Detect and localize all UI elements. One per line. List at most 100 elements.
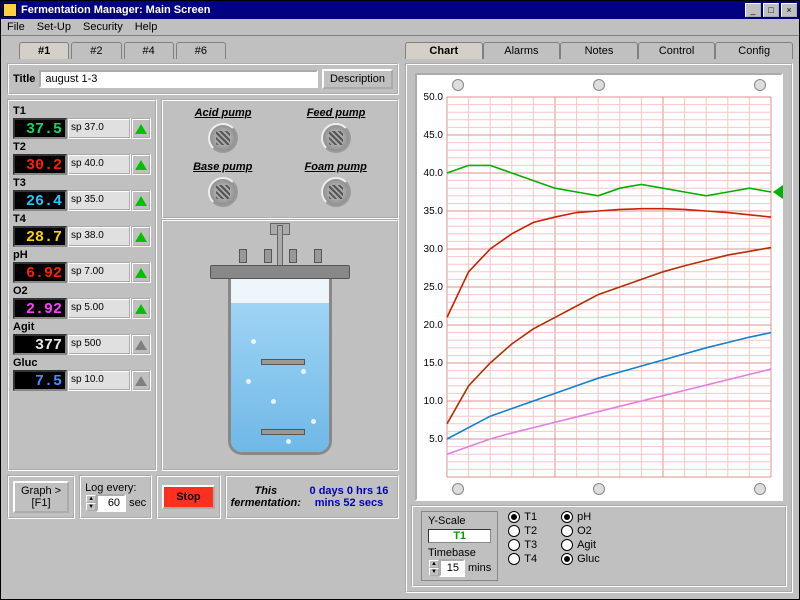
reading-setpoint[interactable]: sp 500 <box>67 334 131 355</box>
pump-knob-icon <box>208 123 238 153</box>
stop-button[interactable]: Stop <box>162 485 214 509</box>
reading-setpoint[interactable]: sp 40.0 <box>67 154 131 175</box>
tab-alarms[interactable]: Alarms <box>483 42 561 59</box>
chart-plot[interactable]: 5.010.015.020.025.030.035.040.045.050.0 <box>415 73 783 501</box>
reactor-tab-2[interactable]: #2 <box>71 42 121 59</box>
tab-chart[interactable]: Chart <box>405 42 483 59</box>
log-interval-input[interactable] <box>96 494 126 512</box>
series-radio-t3[interactable]: T3 <box>508 539 537 551</box>
app-icon <box>3 3 17 17</box>
reading-setpoint[interactable]: sp 5.00 <box>67 298 131 319</box>
title-input[interactable] <box>39 70 318 88</box>
series-radio-t4[interactable]: T4 <box>508 553 537 565</box>
chart-handle-icon[interactable] <box>452 483 464 495</box>
reading-setpoint[interactable]: sp 10.0 <box>67 370 131 391</box>
log-panel: Log every: ▲▼ sec <box>79 475 152 519</box>
pump-knob-icon <box>321 177 351 207</box>
log-label: Log every: <box>85 482 146 494</box>
reading-indicator[interactable] <box>131 298 151 319</box>
radio-label: T4 <box>524 553 537 565</box>
graph-button[interactable]: Graph > [F1] <box>13 481 69 513</box>
pumps-panel: Acid pump Feed pump Base pump Foam pump <box>161 99 399 219</box>
reading-indicator[interactable] <box>131 262 151 283</box>
chart-cursor-icon[interactable] <box>773 185 783 199</box>
reactor-tab-6[interactable]: #6 <box>176 42 226 59</box>
reading-setpoint[interactable]: sp 38.0 <box>67 226 131 247</box>
reactor-tab-4[interactable]: #4 <box>124 42 174 59</box>
minimize-button[interactable]: _ <box>745 3 761 17</box>
reading-label: T4 <box>13 213 151 225</box>
yscale-box: Y-Scale T1 Timebase ▲▼ mins <box>421 511 498 581</box>
tab-notes[interactable]: Notes <box>560 42 638 59</box>
reading-indicator[interactable] <box>131 154 151 175</box>
timebase-spinner-arrows[interactable]: ▲▼ <box>429 560 439 576</box>
tab-config[interactable]: Config <box>715 42 793 59</box>
series-radio-t1[interactable]: T1 <box>508 511 537 523</box>
triangle-up-icon <box>135 232 147 242</box>
series-radio-agit[interactable]: Agit <box>561 539 600 551</box>
reading-indicator[interactable] <box>131 334 151 355</box>
svg-text:5.0: 5.0 <box>429 434 443 445</box>
base-pump[interactable]: Base pump <box>189 159 256 213</box>
reading-value: 30.2 <box>13 154 67 175</box>
log-spinner-arrows[interactable]: ▲▼ <box>86 495 96 511</box>
reading-t2: T230.2sp 40.0 <box>13 141 151 175</box>
reading-t4: T428.7sp 38.0 <box>13 213 151 247</box>
series-radios: T1 pH T2 O2 T3 Agit T4 Gluc <box>508 511 599 565</box>
svg-text:35.0: 35.0 <box>424 206 444 217</box>
timebase-input[interactable] <box>439 559 465 577</box>
right-tabrow: Chart Alarms Notes Control Config <box>405 42 793 59</box>
menu-security[interactable]: Security <box>83 21 123 33</box>
acid-pump[interactable]: Acid pump <box>191 105 256 159</box>
reading-indicator[interactable] <box>131 226 151 247</box>
chart-handle-icon[interactable] <box>593 79 605 91</box>
graph-button-panel: Graph > [F1] <box>7 475 75 519</box>
title-panel: Title Description <box>7 63 399 95</box>
series-radio-gluc[interactable]: Gluc <box>561 553 600 565</box>
svg-text:30.0: 30.0 <box>424 244 444 255</box>
series-radio-t2[interactable]: T2 <box>508 525 537 537</box>
menubar: File Set-Up Security Help <box>1 19 799 36</box>
chart-handle-icon[interactable] <box>754 79 766 91</box>
description-button[interactable]: Description <box>322 69 393 89</box>
readings-panel: T137.5sp 37.0T230.2sp 40.0T326.4sp 35.0T… <box>7 99 157 471</box>
foam-pump[interactable]: Foam pump <box>301 159 371 213</box>
tab-control[interactable]: Control <box>638 42 716 59</box>
reading-indicator[interactable] <box>131 190 151 211</box>
menu-file[interactable]: File <box>7 21 25 33</box>
radio-label: O2 <box>577 525 592 537</box>
radio-icon <box>561 525 573 537</box>
svg-text:40.0: 40.0 <box>424 168 444 179</box>
reading-agit: Agit377sp 500 <box>13 321 151 355</box>
svg-text:25.0: 25.0 <box>424 282 444 293</box>
close-button[interactable]: × <box>781 3 797 17</box>
reading-gluc: Gluc7.5sp 10.0 <box>13 357 151 391</box>
chart-handle-icon[interactable] <box>593 483 605 495</box>
timebase-label: Timebase <box>428 547 491 559</box>
reading-value: 7.5 <box>13 370 67 391</box>
series-radio-ph[interactable]: pH <box>561 511 600 523</box>
svg-text:45.0: 45.0 <box>424 130 444 141</box>
reading-t1: T137.5sp 37.0 <box>13 105 151 139</box>
reading-label: pH <box>13 249 151 261</box>
menu-help[interactable]: Help <box>135 21 158 33</box>
chart-handle-icon[interactable] <box>754 483 766 495</box>
series-radio-o2[interactable]: O2 <box>561 525 600 537</box>
reading-indicator[interactable] <box>131 370 151 391</box>
reading-o2: O22.92sp 5.00 <box>13 285 151 319</box>
reading-indicator[interactable] <box>131 118 151 139</box>
menu-setup[interactable]: Set-Up <box>37 21 71 33</box>
reading-setpoint[interactable]: sp 37.0 <box>67 118 131 139</box>
feed-pump[interactable]: Feed pump <box>303 105 370 159</box>
yscale-value[interactable]: T1 <box>428 529 491 543</box>
reactor-tab-1[interactable]: #1 <box>19 42 69 59</box>
workarea: #1 #2 #4 #6 Title Description T137.5sp 3… <box>1 36 799 599</box>
reading-label: T2 <box>13 141 151 153</box>
pump-knob-icon <box>321 123 351 153</box>
reading-setpoint[interactable]: sp 7.00 <box>67 262 131 283</box>
reading-label: O2 <box>13 285 151 297</box>
maximize-button[interactable]: □ <box>763 3 779 17</box>
chart-handle-icon[interactable] <box>452 79 464 91</box>
stop-panel: Stop <box>156 475 220 519</box>
reading-setpoint[interactable]: sp 35.0 <box>67 190 131 211</box>
